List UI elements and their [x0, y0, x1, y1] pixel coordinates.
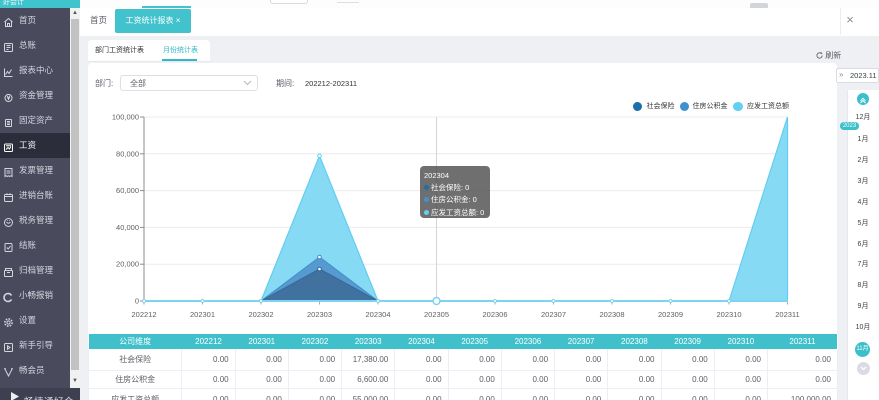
svg-text:202212: 202212	[131, 310, 156, 319]
svg-text:202305: 202305	[424, 310, 449, 319]
svg-text:60,000: 60,000	[116, 186, 139, 195]
svg-text:20,000: 20,000	[116, 260, 139, 269]
svg-text:202310: 202310	[716, 310, 741, 319]
svg-text:202309: 202309	[658, 310, 683, 319]
svg-text:0: 0	[135, 297, 139, 306]
svg-text:202307: 202307	[541, 310, 566, 319]
svg-text:100,000: 100,000	[112, 113, 139, 122]
svg-text:40,000: 40,000	[116, 223, 139, 232]
svg-text:202304: 202304	[365, 310, 390, 319]
svg-text:202311: 202311	[775, 310, 799, 319]
svg-text:202308: 202308	[599, 310, 624, 319]
svg-text:80,000: 80,000	[116, 149, 139, 158]
svg-text:202306: 202306	[482, 310, 507, 319]
svg-text:202303: 202303	[307, 310, 332, 319]
svg-text:202302: 202302	[248, 310, 273, 319]
svg-text:202301: 202301	[190, 310, 215, 319]
